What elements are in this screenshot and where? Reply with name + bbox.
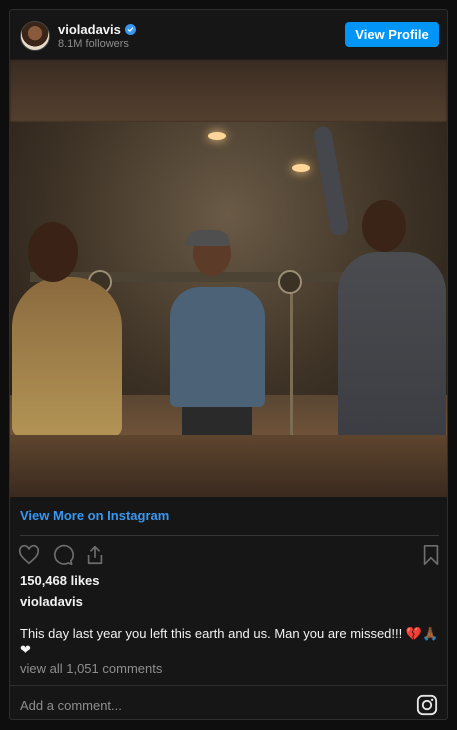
verified-badge-icon <box>124 24 136 35</box>
view-more-link[interactable]: View More on Instagram <box>20 508 169 523</box>
person-left-head <box>28 222 78 282</box>
post-header: violadavis 8.1M followers View Profile <box>10 10 447 60</box>
microphone <box>278 270 302 294</box>
heart-icon[interactable] <box>18 544 40 571</box>
add-comment-input[interactable]: Add a comment... <box>20 698 122 713</box>
bookmark-icon[interactable] <box>421 544 441 571</box>
follower-count: 8.1M followers <box>58 38 129 50</box>
action-bar <box>18 544 442 570</box>
avatar[interactable] <box>20 21 50 51</box>
person-right-head <box>362 200 406 252</box>
caption-text: This day last year you left this earth a… <box>20 626 439 657</box>
divider <box>20 535 439 536</box>
instagram-logo-icon[interactable] <box>416 694 438 719</box>
person-right-raised-arm <box>312 125 350 237</box>
share-icon[interactable] <box>84 544 106 571</box>
username-text[interactable]: violadavis <box>58 22 121 37</box>
person-left <box>12 277 122 435</box>
like-count[interactable]: 150,468 likes <box>20 573 100 588</box>
view-all-comments-link[interactable]: view all 1,051 comments <box>20 661 162 676</box>
person-center-cap <box>186 230 230 246</box>
comment-icon[interactable] <box>52 544 74 571</box>
username[interactable]: violadavis <box>58 22 136 37</box>
instagram-embed: violadavis 8.1M followers View Profile V… <box>9 9 448 720</box>
mic-stand <box>290 292 293 435</box>
person-right <box>338 252 446 435</box>
caption-username[interactable]: violadavis <box>20 594 83 609</box>
photo-scene <box>10 122 447 435</box>
post-image[interactable] <box>10 60 447 497</box>
divider <box>10 685 447 686</box>
ceiling-lamp <box>208 132 226 140</box>
image-blur-band-top <box>10 60 447 122</box>
person-center <box>170 287 265 407</box>
ceiling-lamp <box>292 164 310 172</box>
view-profile-button[interactable]: View Profile <box>345 22 439 47</box>
image-blur-band-bottom <box>10 435 447 497</box>
